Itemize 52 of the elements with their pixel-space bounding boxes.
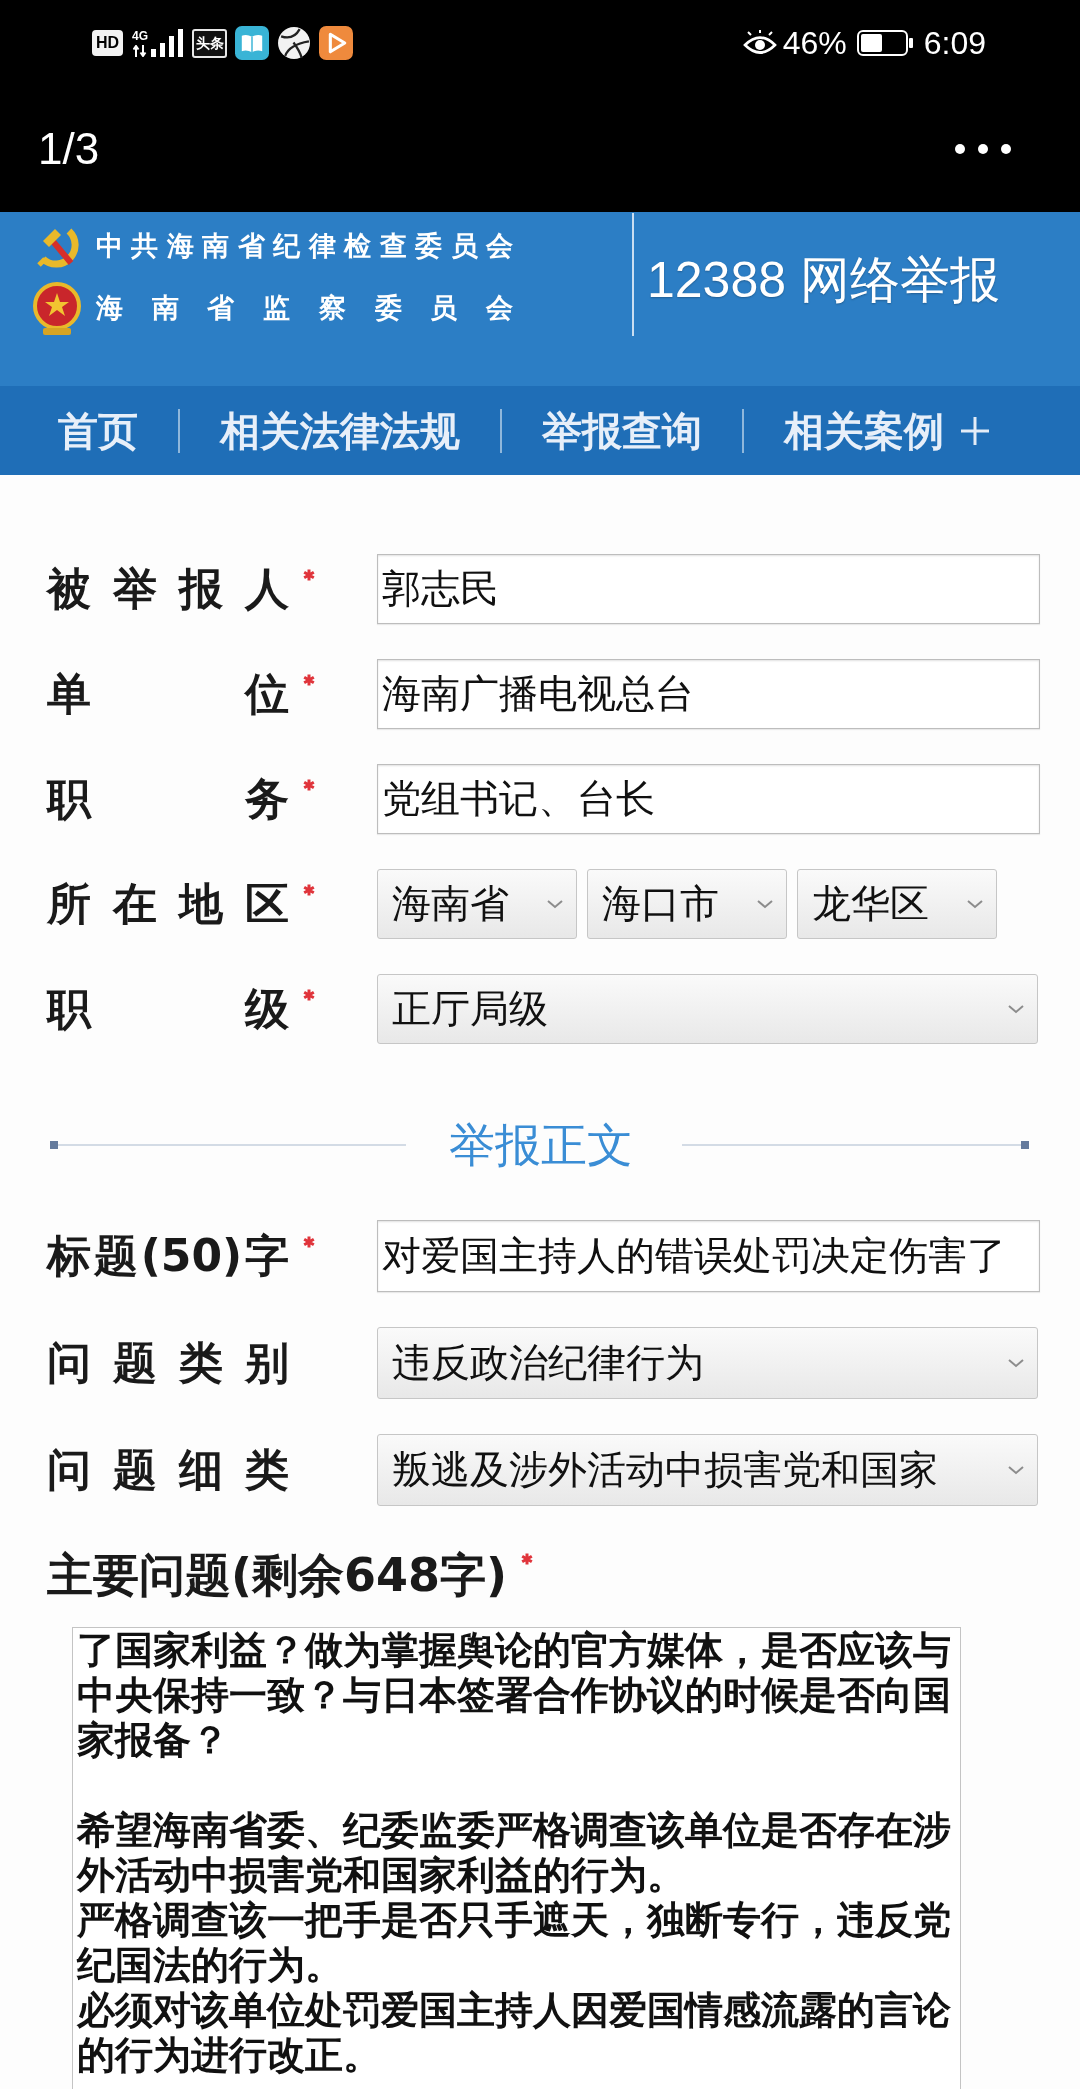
play-app-icon — [319, 26, 353, 60]
chevron-down-icon — [1007, 1358, 1025, 1368]
dropdown[interactable]: 海口市 — [587, 869, 787, 939]
section-title: 举报正文 — [449, 1117, 633, 1173]
text-area[interactable]: 了国家利益？做为掌握舆论的官方媒体，是否应该与中央保持一致？与日本签署合作协议的时候是否向国家报备？ 希望海南省委、纪委监委严格调查该单位是否存在涉外活动中损害党和国家利益的行为。 严格调查该一把手是否只手遮天，独断专行，违反党纪国法的行为。 必须对该单位处罚爱国主持人因爱国情感流露的言论的行为进行改正。 — [72, 1627, 961, 2089]
battery-percent: 46% — [782, 25, 847, 61]
nav-link[interactable]: 相关法律法规 — [220, 406, 460, 455]
book-app-icon — [235, 26, 269, 60]
text-field[interactable]: 郭志民 — [377, 554, 1040, 624]
org-name: 海南省监察委员会 — [96, 291, 513, 325]
field-label: 单位 — [47, 668, 289, 720]
nav-link[interactable]: 首页 — [58, 406, 138, 455]
dropdown[interactable]: 正厅局级 — [377, 974, 1038, 1044]
signal-bars-icon — [151, 29, 184, 57]
field-label: 问题细类 — [47, 1444, 289, 1496]
text-paragraph: 必须对该单位处罚爱国主持人因爱国情感流露的言论的行为进行改正。 — [77, 1988, 952, 2078]
nav-link[interactable]: 举报查询 — [542, 406, 702, 455]
text-field[interactable]: 党组书记、台长 — [377, 764, 1040, 834]
dropdown[interactable]: 叛逃及涉外活动中损害党和国家 — [377, 1434, 1038, 1506]
ball-app-icon — [277, 26, 311, 60]
page-counter: 1/3 — [38, 124, 100, 174]
text-paragraph: 了国家利益？做为掌握舆论的官方媒体，是否应该与中央保持一致？与日本签署合作协议的时候是否向国家报备？ — [77, 1628, 952, 1763]
site-title: 12388 网络举报 — [647, 251, 1000, 310]
dropdown[interactable]: 龙华区 — [797, 869, 997, 939]
field-label: 标题(50)字 — [47, 1230, 289, 1282]
field-label: 职务 — [47, 773, 289, 825]
text-field[interactable]: 对爱国主持人的错误处罚决定伤害了 — [377, 1220, 1040, 1292]
org-name: 中共海南省纪律检查委员会 — [96, 229, 513, 263]
field-label: 被举报人 — [47, 563, 289, 615]
field-label: 职级 — [47, 983, 289, 1035]
chevron-down-icon — [546, 899, 564, 909]
field-label: 所在地区 — [47, 878, 289, 930]
app-logo: 头条 — [192, 28, 227, 58]
chevron-down-icon — [1007, 1004, 1025, 1014]
dropdown[interactable]: 海南省 — [377, 869, 577, 939]
data-arrows-icon — [133, 44, 147, 57]
chevron-down-icon — [756, 899, 774, 909]
chevron-down-icon — [1007, 1465, 1025, 1475]
chevron-down-icon — [966, 899, 984, 909]
nav-link[interactable]: 相关案例 — [784, 406, 944, 455]
more-icon[interactable] — [954, 143, 1012, 155]
field-label: 主要问题(剩余648字) — [47, 1547, 508, 1603]
text-field[interactable]: 海南广播电视总台 — [377, 659, 1040, 729]
clock-time: 6:09 — [923, 25, 986, 61]
field-label: 问题类别 — [47, 1337, 289, 1389]
network-type-label: 4G — [132, 29, 148, 43]
battery-icon — [856, 30, 914, 56]
text-paragraph: 希望海南省委、纪委监委严格调查该单位是否存在涉外活动中损害党和国家利益的行为。 — [77, 1808, 952, 1898]
text-paragraph: 严格调查该一把手是否只手遮天，独断专行，违反党纪国法的行为。 — [77, 1898, 952, 1988]
hd-badge: HD — [92, 30, 123, 56]
dropdown[interactable]: 违反政治纪律行为 — [377, 1327, 1038, 1399]
round-emblem-icon — [31, 280, 83, 336]
